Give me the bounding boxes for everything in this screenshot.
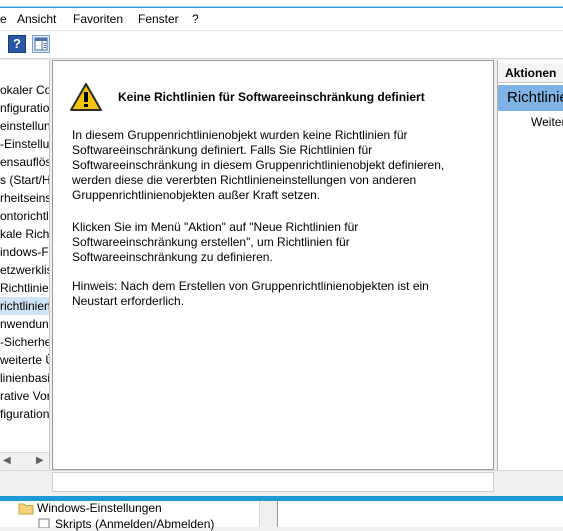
console-tree[interactable]: okaler Co nfiguratio einstellun -Einstel… xyxy=(0,60,50,470)
vertical-scrollbar[interactable] xyxy=(259,501,277,527)
tree-item[interactable]: ensauflösu xyxy=(0,153,49,171)
tree-item[interactable]: ontorichtl xyxy=(0,207,49,225)
show-action-pane-icon[interactable] xyxy=(32,35,50,53)
tree-item[interactable]: kale Richt xyxy=(0,225,49,243)
details-pane: Keine Richtlinien für Softwareeinschränk… xyxy=(52,60,494,470)
tree-item-scripts[interactable]: Skripts (Anmelden/Abmelden) xyxy=(55,517,214,531)
tree-item[interactable]: s (Start/H xyxy=(0,171,49,189)
folder-icon xyxy=(18,503,34,515)
instruction-paragraph: Klicken Sie im Menü "Aktion" auf "Neue R… xyxy=(72,220,359,264)
tree-item[interactable]: -Einstellu xyxy=(0,135,49,153)
actions-section-title[interactable]: Richtlinien xyxy=(498,85,563,111)
tree-item[interactable]: einstellun xyxy=(0,117,49,135)
status-bar-cell xyxy=(52,472,494,492)
menu-bar: e Ansicht Favoriten Fenster ? xyxy=(0,8,563,31)
pane-divider xyxy=(277,501,278,527)
tree-item[interactable]: weiterte Ü xyxy=(0,351,49,369)
tree-item[interactable]: nfiguratio xyxy=(0,99,49,117)
scroll-right-icon[interactable]: ▶ xyxy=(36,455,44,466)
tree-item[interactable]: rheitseins xyxy=(0,189,49,207)
scroll-left-icon[interactable]: ◀ xyxy=(3,455,11,466)
tree-item-selected[interactable]: richtlinien xyxy=(0,297,49,315)
actions-header: Aktionen xyxy=(498,63,563,83)
tree-item[interactable]: etzwerklis xyxy=(0,261,49,279)
tree-item[interactable]: Richtlinien xyxy=(0,279,49,297)
note-paragraph: Hinweis: Nach dem Erstellen von Gruppenr… xyxy=(72,279,429,308)
tree-item[interactable]: figuration xyxy=(0,405,49,423)
tree-item-windows-settings[interactable]: Windows-Einstellungen xyxy=(37,501,162,515)
actions-pane: Aktionen Richtlinien Weiter xyxy=(497,60,563,470)
background-window: Windows-Einstellungen Skripts (Anmelden/… xyxy=(0,501,563,531)
menu-item-fenster[interactable]: Fenster xyxy=(138,12,179,26)
title-bar xyxy=(0,0,563,8)
description-paragraph: In diesem Gruppenrichtlinienobjekt wurde… xyxy=(72,128,445,202)
tree-item[interactable]: okaler Co xyxy=(0,81,49,99)
tree-item[interactable]: indows-Fi xyxy=(0,243,49,261)
tree-item[interactable]: nwendun xyxy=(0,315,49,333)
horizontal-scrollbar[interactable]: ◀ ▶ xyxy=(0,452,49,470)
tree-item[interactable]: linienbasi xyxy=(0,369,49,387)
menu-item-ansicht[interactable]: Ansicht xyxy=(17,12,56,26)
tree-item[interactable]: rative Vor xyxy=(0,387,49,405)
page-title: Keine Richtlinien für Softwareeinschränk… xyxy=(118,90,425,104)
toolbar: ? xyxy=(0,31,563,59)
warning-icon xyxy=(70,83,102,111)
menu-item-favoriten[interactable]: Favoriten xyxy=(73,12,123,26)
more-actions-link[interactable]: Weiter xyxy=(531,115,563,129)
menu-item-help[interactable]: ? xyxy=(192,12,199,26)
help-icon[interactable]: ? xyxy=(8,35,26,53)
menu-item-aktion[interactable]: e xyxy=(0,12,7,26)
tree-item[interactable]: -Sicherhe xyxy=(0,333,49,351)
